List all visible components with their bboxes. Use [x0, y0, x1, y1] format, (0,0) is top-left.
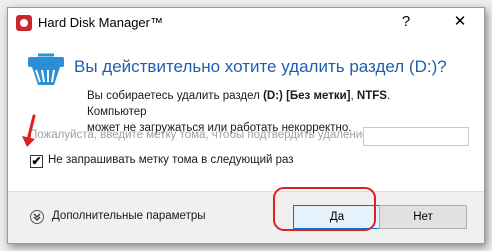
screenshot-frame: Hard Disk Manager™ ? ✕ Вы действительно …: [0, 0, 492, 251]
dont-ask-label[interactable]: Не запрашивать метку тома в следующий ра…: [48, 154, 294, 166]
annotation-arrow-icon: [22, 114, 36, 147]
help-button[interactable]: ?: [392, 10, 420, 34]
partition-name: (D:) [Без метки]: [263, 90, 351, 102]
delete-partition-icon: [28, 53, 64, 85]
no-button[interactable]: Нет: [379, 205, 467, 229]
window-title: Hard Disk Manager™: [38, 15, 163, 30]
close-button[interactable]: ✕: [446, 10, 474, 34]
app-logo-icon: [16, 15, 32, 31]
filesystem-name: NTFS: [356, 90, 387, 102]
title-bar: Hard Disk Manager™ ? ✕: [8, 8, 484, 37]
confirm-delete-dialog: Hard Disk Manager™ ? ✕ Вы действительно …: [7, 7, 485, 244]
dont-ask-checkbox[interactable]: ✔: [30, 155, 43, 168]
dialog-heading: Вы действительно хотите удалить раздел (…: [74, 57, 447, 76]
annotation-highlight-ring: [273, 187, 376, 231]
desc-text-1: Вы собираетесь удалить раздел: [87, 90, 264, 102]
dialog-footer: Дополнительные параметры Да Нет: [8, 191, 484, 243]
advanced-options-link[interactable]: Дополнительные параметры: [52, 210, 206, 222]
volume-label-prompt: Пожалуйста, введите метку тома, чтобы по…: [29, 129, 372, 141]
expand-chevron-icon[interactable]: [30, 210, 44, 224]
volume-label-input[interactable]: [363, 127, 469, 146]
